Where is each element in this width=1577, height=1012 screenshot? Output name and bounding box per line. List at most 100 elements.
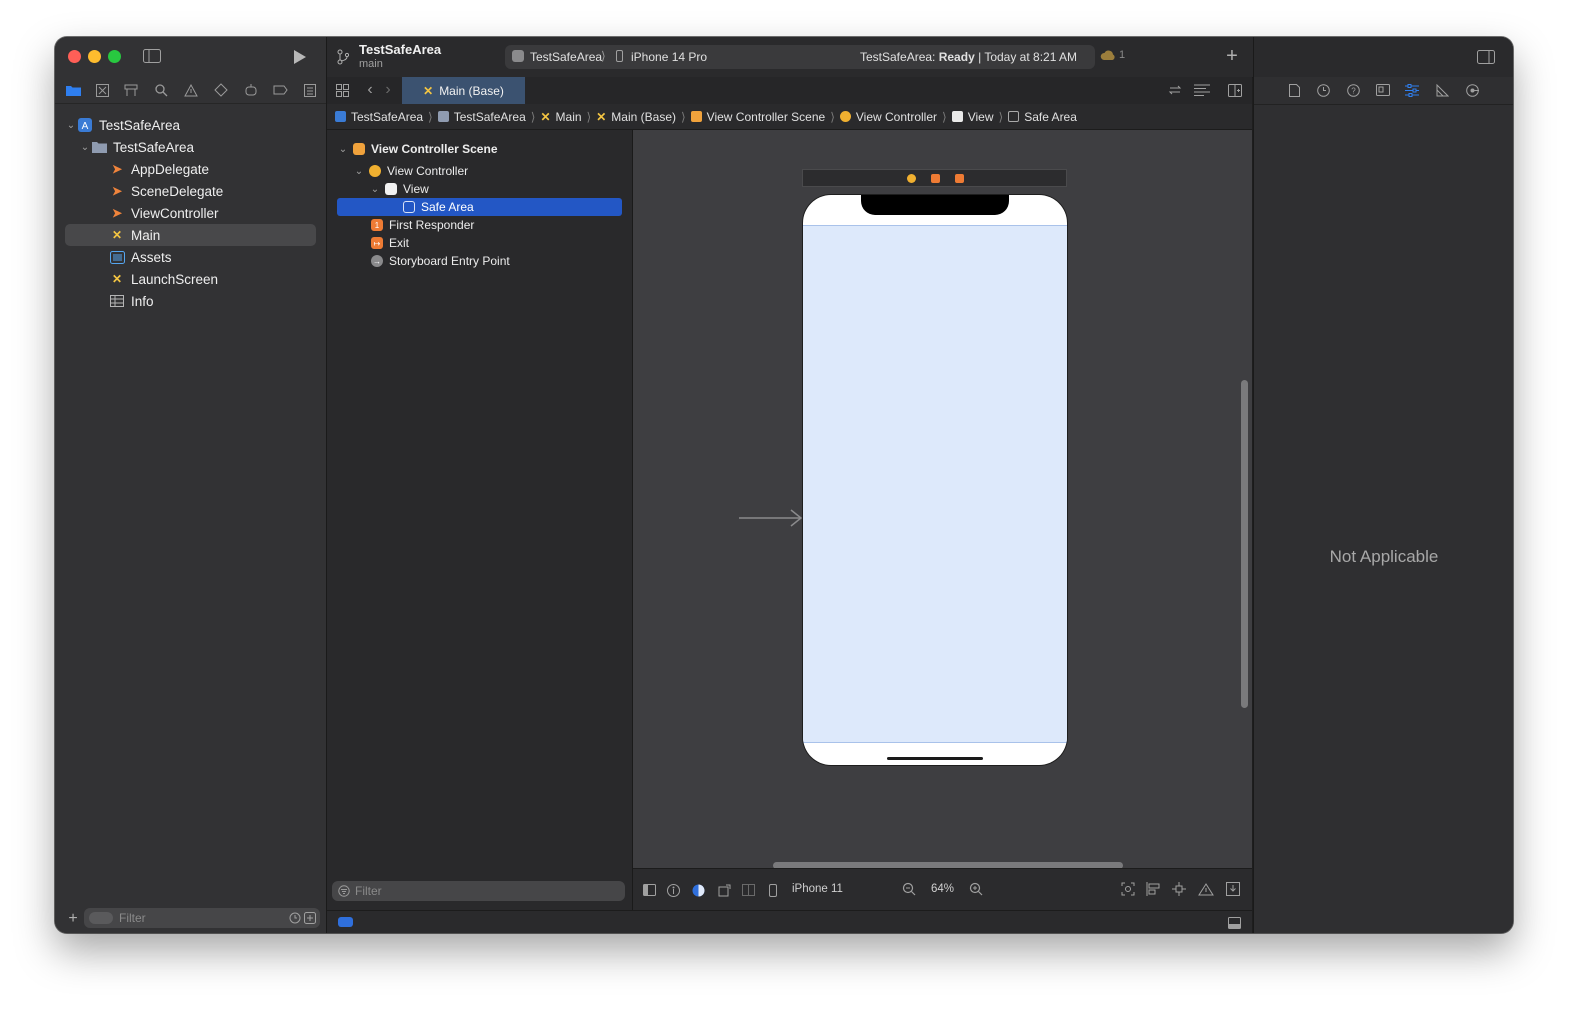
chevron-right-icon: ⟩ [601,49,606,63]
branch-icon[interactable] [335,47,351,67]
related-items-icon[interactable] [334,82,350,98]
adaptive-layout-icon[interactable] [740,882,756,898]
breadcrumb-item[interactable]: Main [556,110,582,124]
editor-options-icon[interactable] [1193,82,1211,98]
outline-item-view[interactable]: ⌄ View [369,180,429,198]
resolve-issues-icon[interactable] [1197,881,1215,897]
navigator-filter-field[interactable]: Filter [84,908,320,928]
tree-item-launchscreen[interactable]: ✕ LaunchScreen [65,268,316,290]
breadcrumb-item[interactable]: Safe Area [1024,110,1077,124]
inspector-toolbar [1253,37,1513,78]
scheme-selector[interactable]: TestSafeArea [530,50,602,64]
size-inspector-icon[interactable] [1434,82,1450,98]
update-frames-icon[interactable] [1120,881,1136,897]
outline-item-label: Storyboard Entry Point [389,254,510,268]
destination-selector[interactable]: iPhone 14 Pro [631,50,707,64]
refresh-icon[interactable] [1167,82,1183,98]
help-inspector-icon[interactable]: ? [1345,82,1361,98]
filter-options-icon[interactable] [89,912,113,924]
tree-item-viewcontroller[interactable]: ➤ ViewController [65,202,316,224]
zoom-level[interactable]: 64% [931,883,954,895]
add-constraints-icon[interactable] [1171,881,1187,897]
iphone-device-icon[interactable] [766,882,780,898]
tree-item-appdelegate[interactable]: ➤ AppDelegate [65,158,316,180]
breadcrumb-item[interactable]: View Controller [856,110,937,124]
chevron-down-icon[interactable]: ⌄ [79,142,91,153]
exit-icon[interactable] [955,174,964,183]
entry-point-arrow-icon[interactable] [739,508,803,528]
outline-item-view-controller[interactable]: ⌄ View Controller [353,162,468,180]
outline-item-first-responder[interactable]: 1 First Responder [371,216,474,234]
accessibility-icon[interactable] [665,882,681,898]
tree-item-label: Info [131,293,154,309]
breadcrumb-item[interactable]: View Controller Scene [707,110,826,124]
breakpoint-navigator-icon[interactable] [271,81,289,99]
debug-navigator-icon[interactable] [242,81,260,99]
tree-item-info[interactable]: Info [65,290,316,312]
device-selector[interactable]: iPhone 11 [792,883,843,895]
attributes-inspector-icon[interactable] [1404,82,1420,98]
file-inspector-icon[interactable] [1286,82,1302,98]
close-window-button[interactable] [68,50,81,63]
safe-area-region[interactable] [803,225,1067,743]
recent-files-icon[interactable] [289,912,316,924]
breadcrumb-item[interactable]: View [968,110,994,124]
chevron-down-icon[interactable]: ⌄ [353,166,365,177]
source-control-navigator-icon[interactable] [93,81,111,99]
minimize-window-button[interactable] [88,50,101,63]
breadcrumb-item[interactable]: TestSafeArea [454,110,526,124]
cloud-icon [1100,50,1115,60]
chevron-down-icon[interactable]: ⌄ [65,120,77,131]
folder-navigator-icon[interactable] [64,81,82,99]
tree-item-project[interactable]: ⌄ A TestSafeArea [65,114,316,136]
home-indicator [887,757,983,760]
run-play-icon[interactable] [289,47,311,67]
issue-navigator-icon[interactable] [182,81,200,99]
find-navigator-icon[interactable] [152,81,170,99]
iphone-scene-frame[interactable] [803,195,1067,765]
scheme-status-bar: TestSafeArea ⟩ iPhone 14 Pro TestSafeAre… [505,45,1125,69]
show-debug-area-icon[interactable] [1226,915,1242,931]
vertical-scrollbar[interactable] [1241,380,1248,708]
tree-item-assets[interactable]: Assets [65,246,316,268]
breadcrumb-item[interactable]: TestSafeArea [351,110,423,124]
orientation-icon[interactable] [716,882,732,898]
toggle-outline-icon[interactable] [641,882,657,898]
add-file-icon[interactable]: + [65,910,81,928]
breadcrumb-item[interactable]: Main (Base) [611,110,676,124]
toggle-inspector-icon[interactable] [1476,48,1496,66]
zoom-window-button[interactable] [108,50,121,63]
connections-inspector-icon[interactable] [1464,82,1480,98]
debug-area-toggle-icon[interactable] [338,917,353,927]
chevron-down-icon[interactable]: ⌄ [337,144,349,155]
outline-item-safe-area[interactable]: Safe Area [337,198,622,216]
tree-item-folder[interactable]: ⌄ TestSafeArea [65,136,316,158]
warnings-badge[interactable]: 1 [1100,49,1125,61]
outline-item-entry-point[interactable]: → Storyboard Entry Point [371,252,510,270]
outline-item-scene[interactable]: ⌄ View Controller Scene [337,140,498,158]
tree-item-main[interactable]: ✕ Main [65,224,316,246]
first-responder-icon[interactable] [931,174,940,183]
zoom-in-icon[interactable] [968,881,984,897]
storyboard-canvas[interactable] [633,130,1252,869]
align-icon[interactable] [1145,881,1161,897]
appearance-icon[interactable] [690,882,706,898]
outline-filter-field[interactable]: Filter [332,881,625,901]
forward-chevron-icon[interactable]: › [381,81,395,99]
chevron-down-icon[interactable]: ⌄ [369,184,381,195]
outline-item-exit[interactable]: ↦ Exit [371,234,409,252]
tab-main-base[interactable]: ✕ Main (Base) [402,77,525,104]
split-editor-icon[interactable] [1227,82,1243,98]
history-inspector-icon[interactable] [1315,82,1331,98]
identity-inspector-icon[interactable] [1375,82,1391,98]
zoom-out-icon[interactable] [901,881,917,897]
add-library-icon[interactable]: + [1222,45,1242,67]
tree-item-scenedelegate[interactable]: ➤ SceneDelegate [65,180,316,202]
view-controller-icon[interactable] [907,174,916,183]
toggle-sidebar-icon[interactable] [141,47,163,65]
symbol-navigator-icon[interactable] [122,81,140,99]
report-navigator-icon[interactable] [301,81,319,99]
embed-in-icon[interactable] [1225,881,1241,897]
back-chevron-icon[interactable]: ‹ [363,81,377,99]
test-navigator-icon[interactable] [212,81,230,99]
